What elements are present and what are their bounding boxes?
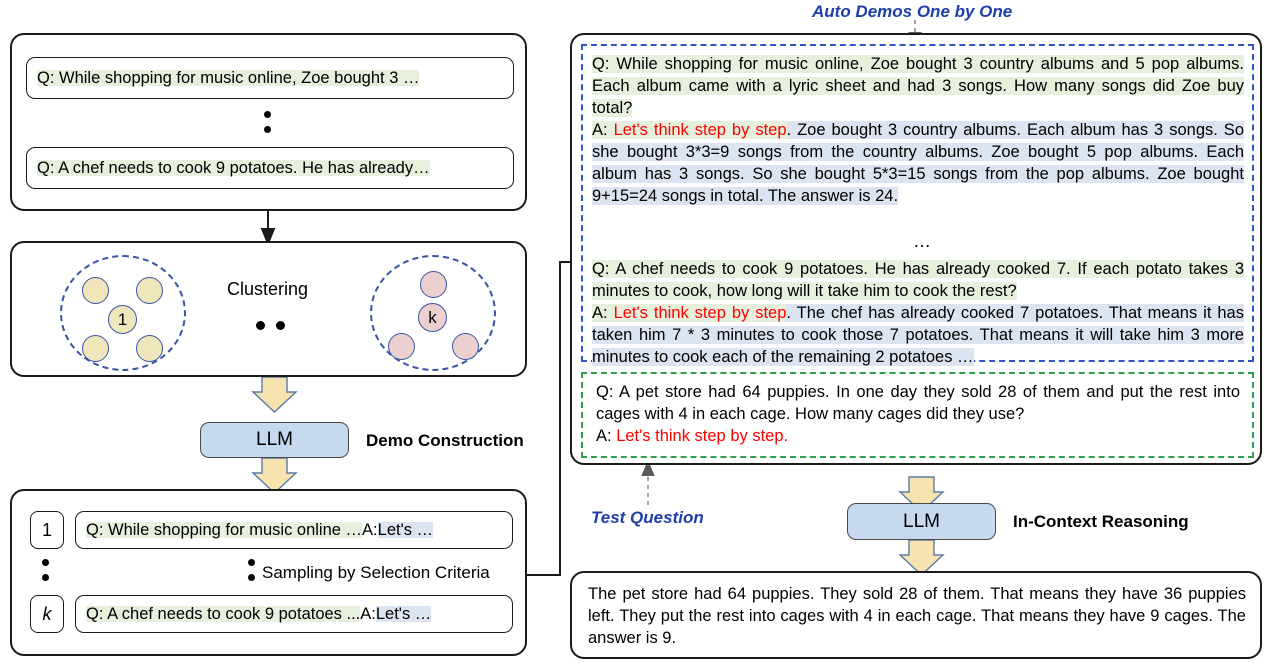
clustering-ellipsis — [256, 321, 285, 330]
llm-in-context-reasoning-label: LLM — [903, 510, 940, 532]
llm-demo-construction-box[interactable]: LLM — [200, 422, 349, 458]
clustering-label: Clustering — [227, 279, 309, 299]
demo-pool-ellipsis-mid — [248, 559, 256, 589]
question-pool-item-1[interactable]: Q: While shopping for music online, Zoe … — [26, 57, 514, 99]
demo-pool-row-2[interactable]: Q: A chef needs to cook 9 potatoes ... A… — [75, 595, 513, 633]
demo-pool-row-2-index-text: k — [42, 603, 52, 624]
in-context-reasoning-caption: In-Context Reasoning — [1013, 512, 1189, 531]
cluster-1-node-center: 1 — [108, 305, 137, 334]
demo-pool-row-1-answer-prefix: A: — [362, 520, 378, 539]
demo-pool-row-1-index-text: 1 — [41, 519, 52, 540]
demo-2-answer-trigger: Let's think step by step — [613, 304, 787, 322]
prompt-card: Q: While shopping for music online, Zoe … — [570, 33, 1262, 465]
demo-pool-row-1-index: 1 — [30, 511, 64, 549]
test-question-text: Q: A pet store had 64 puppies. In one da… — [596, 383, 1240, 423]
question-pool-box: Q: While shopping for music online, Zoe … — [10, 33, 527, 211]
demo-1-answer: A: Let's think step by step. Zoe bought … — [592, 119, 1244, 207]
demo-pool-row-1[interactable]: Q: While shopping for music online … A: … — [75, 511, 513, 549]
cluster-1-label: 1 — [117, 309, 128, 329]
model-output-box: The pet store had 64 puppies. They sold … — [570, 571, 1262, 659]
cluster-k-label: k — [428, 307, 437, 327]
block-arrow-llm-to-sampling — [251, 457, 298, 494]
demo-2-answer-prefix: A: — [592, 304, 614, 322]
demos-separator-ellipsis: … — [913, 231, 934, 251]
auto-demos-label: Auto Demos One by One — [812, 2, 1013, 21]
test-question-answer-prefix: A: — [596, 427, 617, 445]
test-question-label: Test Question — [591, 508, 704, 527]
demo-pool-row-1-question: Q: While shopping for music online … — [86, 520, 363, 539]
demo-2-question: Q: A chef needs to cook 9 potatoes. He h… — [592, 258, 1244, 302]
cluster-k-node-bl — [388, 333, 415, 360]
demo-pool-row-2-answer-prefix: A: — [360, 604, 376, 623]
demo-1[interactable]: Q: While shopping for music online, Zoe … — [592, 53, 1244, 207]
block-arrow-llm-to-output — [898, 539, 945, 576]
demo-1-answer-prefix: A: — [592, 121, 614, 139]
cluster-k-node-top — [420, 271, 447, 298]
demo-pool-box: 1 Q: While shopping for music online … A… — [10, 489, 527, 656]
cluster-k-node-center: k — [418, 303, 447, 332]
demo-pool-row-2-answer-red: Let's … — [375, 604, 432, 623]
auto-demos-region: Q: While shopping for music online, Zoe … — [581, 44, 1254, 366]
demo-1-question-text: Q: While shopping for music online, Zoe … — [592, 55, 1244, 117]
demo-pool-row-2-question: Q: A chef needs to cook 9 potatoes ... — [86, 604, 361, 623]
block-arrow-to-llm — [251, 376, 298, 413]
demo-pool-ellipsis-left — [42, 559, 50, 589]
cluster-k-node-br — [452, 333, 479, 360]
demo-2[interactable]: Q: A chef needs to cook 9 potatoes. He h… — [592, 258, 1244, 368]
cluster-1-node-tr — [136, 277, 163, 304]
question-pool-item-1-text: Q: While shopping for music online, Zoe … — [37, 68, 420, 87]
llm-demo-construction-label: LLM — [256, 429, 293, 450]
cluster-1-node-br — [136, 335, 163, 362]
demo-pool-row-1-answer-red: Let's … — [377, 520, 434, 539]
model-output-text: The pet store had 64 puppies. They sold … — [588, 585, 1246, 647]
demo-2-answer: A: Let's think step by step. The chef ha… — [592, 302, 1244, 368]
demo-construction-caption: Demo Construction — [366, 431, 524, 450]
cluster-1-node-bl — [82, 335, 109, 362]
demo-1-answer-trigger: Let's think step by step — [613, 121, 787, 139]
question-pool-item-2[interactable]: Q: A chef needs to cook 9 potatoes. He h… — [26, 147, 514, 189]
demo-pool-row-2-index: k — [30, 595, 64, 633]
test-question-region: Q: A pet store had 64 puppies. In one da… — [581, 372, 1254, 458]
test-question[interactable]: Q: A pet store had 64 puppies. In one da… — [596, 381, 1240, 447]
clustering-box: 1 Clustering k — [10, 241, 527, 377]
question-pool-item-2-text: Q: A chef needs to cook 9 potatoes. He h… — [37, 158, 430, 177]
diagram-canvas: Q: While shopping for music online, Zoe … — [0, 0, 1272, 664]
sampling-criteria-caption: Sampling by Selection Criteria — [262, 563, 490, 582]
llm-in-context-reasoning-box[interactable]: LLM — [847, 503, 996, 540]
test-question-answer: A: Let's think step by step. — [596, 425, 1240, 447]
question-pool-ellipsis — [264, 111, 272, 141]
demo-2-question-text: Q: A chef needs to cook 9 potatoes. He h… — [592, 260, 1244, 300]
cluster-1-node-tl — [82, 277, 109, 304]
test-question-answer-trigger: Let's think step by step. — [616, 427, 789, 445]
demo-1-question: Q: While shopping for music online, Zoe … — [592, 53, 1244, 119]
